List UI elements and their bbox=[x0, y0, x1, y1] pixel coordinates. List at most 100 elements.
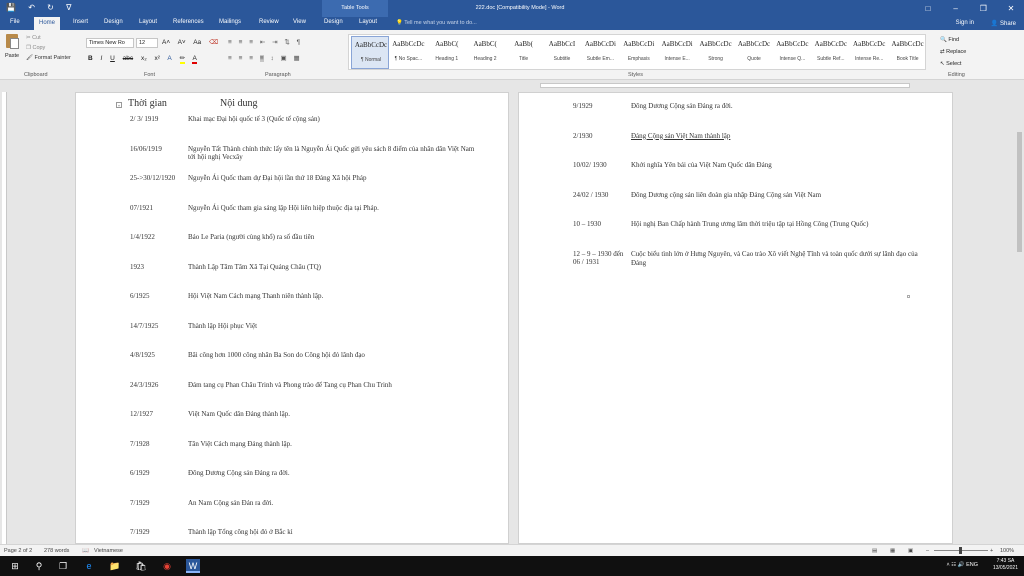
table-row[interactable]: 10/02/ 1930 Khởi nghĩa Yên bái của Việt N… bbox=[519, 161, 952, 185]
borders-icon[interactable]: ▦ bbox=[293, 55, 299, 62]
store-icon[interactable]: 🛍 bbox=[134, 559, 148, 573]
strikethrough-icon[interactable]: abc bbox=[123, 55, 133, 62]
table-row[interactable]: 2/1930 Đảng Cộng sản Việt Nam thành lập bbox=[519, 132, 952, 156]
read-mode-icon[interactable]: ▤ bbox=[872, 548, 877, 554]
font-color-icon[interactable]: A bbox=[192, 55, 197, 64]
undo-icon[interactable]: ↶ bbox=[28, 3, 35, 12]
style-item[interactable]: AaBbCcDi Intense E... bbox=[658, 36, 696, 69]
table-row[interactable]: 24/02 / 1930 Đông Dương cộng sản liên đoà… bbox=[519, 191, 952, 215]
style-item[interactable]: AaBbCcDc Intense Re... bbox=[850, 36, 888, 69]
page-count[interactable]: Page 2 of 2 bbox=[4, 548, 32, 554]
line-spacing-icon[interactable]: ↕ bbox=[270, 55, 273, 62]
tab-view[interactable]: View bbox=[293, 19, 306, 25]
tab-table-design[interactable]: Design bbox=[324, 19, 343, 25]
style-item[interactable]: AaBbCcDi Subtle Em... bbox=[581, 36, 619, 69]
style-item[interactable]: AaBbCcDi Emphasis bbox=[620, 36, 658, 69]
grow-font-icon[interactable]: A˄ bbox=[162, 39, 170, 46]
language-indicator[interactable]: Vietnamese bbox=[94, 548, 123, 554]
text-effects-icon[interactable]: A bbox=[167, 55, 171, 62]
tab-design[interactable]: Design bbox=[104, 19, 123, 25]
clock[interactable]: 7:43 SA 13/05/2021 bbox=[993, 558, 1018, 572]
style-item[interactable]: AaBbC(Heading 1 bbox=[428, 36, 466, 69]
clear-formatting-icon[interactable]: ⌫ bbox=[209, 39, 218, 46]
copy-button[interactable]: ❐ Copy bbox=[26, 43, 71, 53]
scrollbar-thumb[interactable] bbox=[1017, 132, 1022, 252]
align-right-icon[interactable]: ≡ bbox=[249, 55, 253, 62]
tab-home[interactable]: Home bbox=[34, 17, 61, 30]
font-size-dropdown[interactable]: 12 bbox=[136, 38, 158, 48]
tab-review[interactable]: Review bbox=[259, 19, 279, 25]
italic-icon[interactable]: I bbox=[101, 55, 103, 62]
table-row[interactable]: 7/1929 Thành lập Tổng công hội đỏ ở Bắc k… bbox=[76, 528, 508, 543]
file-explorer-icon[interactable]: 📁 bbox=[108, 559, 122, 573]
underline-icon[interactable]: U bbox=[110, 55, 115, 62]
document-page-left[interactable]: + Thời gian Nội dung 2/ 3/ 1919 Khai mạc … bbox=[75, 92, 509, 544]
style-item[interactable]: AaBbCcI Subtitle bbox=[543, 36, 581, 69]
input-language[interactable]: ENG bbox=[966, 562, 978, 568]
zoom-level[interactable]: 100% bbox=[1000, 548, 1014, 554]
sign-in-link[interactable]: Sign in bbox=[956, 20, 974, 26]
table-row[interactable]: 24/3/1926 Đám tang cụ Phan Châu Trinh và … bbox=[76, 381, 508, 405]
table-row[interactable]: 1/4/1922 Báo Le Paria (người cùng khổ) ra… bbox=[76, 233, 508, 257]
tab-layout[interactable]: Layout bbox=[139, 19, 157, 25]
table-row[interactable]: 25->30/12/1920 Nguyễn Ái Quốc tham dự Đại… bbox=[76, 174, 508, 198]
replace-button[interactable]: ⇄ Replace bbox=[940, 46, 966, 58]
maximize-button[interactable]: ❐ bbox=[970, 0, 996, 17]
task-view-icon[interactable]: ❐ bbox=[56, 559, 70, 573]
horizontal-ruler[interactable] bbox=[0, 80, 1024, 91]
vertical-scrollbar[interactable] bbox=[1015, 92, 1024, 544]
table-row[interactable]: 10 – 1930 Hội nghị Ban Chấp hành Trung ươ… bbox=[519, 220, 952, 244]
word-icon[interactable]: W bbox=[186, 559, 200, 573]
table-row[interactable]: 7/1929 An Nam Cộng sản Đản ra đời. bbox=[76, 499, 508, 523]
customize-icon[interactable]: ∇ bbox=[66, 3, 71, 12]
table-row[interactable]: 6/1929 Đông Dương Cộng sản Đảng ra đời. bbox=[76, 469, 508, 493]
close-button[interactable]: ✕ bbox=[998, 0, 1024, 17]
style-item[interactable]: AaBbCcDc Strong bbox=[697, 36, 735, 69]
shading-icon[interactable]: ▣ bbox=[281, 55, 287, 62]
search-icon[interactable]: ⚲ bbox=[32, 559, 46, 573]
proofing-icon[interactable]: 📖 bbox=[82, 548, 89, 554]
network-icon[interactable]: ☷ bbox=[951, 562, 956, 568]
print-layout-icon[interactable]: ▦ bbox=[890, 548, 895, 554]
table-row[interactable]: 9/1929 Đông Dương Cộng sản Đảng ra đời. bbox=[519, 102, 952, 126]
ribbon-display-icon[interactable]: □ bbox=[915, 0, 941, 17]
align-left-icon[interactable]: ≡ bbox=[228, 55, 232, 62]
zoom-slider-thumb[interactable] bbox=[959, 547, 962, 554]
table-row[interactable]: 4/8/1925 Bãi công hơn 1000 công nhân Ba S… bbox=[76, 351, 508, 375]
cut-button[interactable]: ✂ Cut bbox=[26, 33, 71, 43]
volume-icon[interactable]: 🔊 bbox=[958, 562, 965, 568]
font-name-dropdown[interactable]: Times New Ro bbox=[86, 38, 134, 48]
style-item[interactable]: AaBbC(Heading 2 bbox=[466, 36, 504, 69]
tray-arrow-icon[interactable]: ˄ bbox=[946, 562, 949, 568]
tell-me-search[interactable]: 💡 Tell me what you want to do... bbox=[396, 20, 477, 26]
shrink-font-icon[interactable]: A˅ bbox=[178, 39, 186, 46]
style-item[interactable]: AaBbCcDc Book Title bbox=[889, 36, 927, 69]
tab-references[interactable]: References bbox=[173, 19, 204, 25]
decrease-indent-icon[interactable]: ⇤ bbox=[260, 39, 265, 46]
windows-start-icon[interactable]: ⊞ bbox=[8, 559, 22, 573]
tab-mailings[interactable]: Mailings bbox=[219, 19, 241, 25]
table-row[interactable]: 16/06/1919 Nguyễn Tất Thành chính thức lấ… bbox=[76, 145, 508, 169]
table-row[interactable]: 1923 Thành Lập Tâm Tâm Xã Tại Quảng Châu … bbox=[76, 263, 508, 287]
numbering-icon[interactable]: ≡ bbox=[239, 39, 243, 46]
style-item[interactable]: AaBbCcDc Subtle Ref... bbox=[812, 36, 850, 69]
share-button[interactable]: 👤 Share bbox=[991, 20, 1016, 27]
superscript-icon[interactable]: x² bbox=[155, 55, 160, 62]
table-row[interactable]: 7/1928 Tân Việt Cách mạng Đảng thành lập. bbox=[76, 440, 508, 464]
save-icon[interactable]: 💾 bbox=[6, 3, 16, 12]
table-row[interactable]: 6/1925 Hội Việt Nam Cách mạng Thanh niên … bbox=[76, 292, 508, 316]
style-item[interactable]: AaBbCcDc ¶ Normal bbox=[351, 36, 389, 69]
table-row[interactable]: 12 – 9 – 1930 đến 06 / 1931 Cuộc biểu tìn… bbox=[519, 250, 952, 274]
change-case-icon[interactable]: Aa bbox=[193, 39, 201, 46]
show-marks-icon[interactable]: ¶ bbox=[297, 39, 301, 46]
chrome-icon[interactable]: ◉ bbox=[160, 559, 174, 573]
highlight-icon[interactable]: ✏ bbox=[179, 55, 186, 64]
table-move-handle[interactable]: + bbox=[116, 102, 122, 108]
tab-file[interactable]: File bbox=[10, 19, 20, 25]
style-item[interactable]: AaBbCcDc ¶ No Spac... bbox=[389, 36, 427, 69]
edge-icon[interactable]: e bbox=[82, 559, 96, 573]
justify-icon[interactable]: ≡ bbox=[259, 55, 264, 62]
style-item[interactable]: AaBb(Title bbox=[505, 36, 543, 69]
sort-icon[interactable]: ⇅ bbox=[284, 39, 289, 46]
table-row[interactable]: 12/1927 Việt Nam Quốc dân Đảng thành lập. bbox=[76, 410, 508, 434]
